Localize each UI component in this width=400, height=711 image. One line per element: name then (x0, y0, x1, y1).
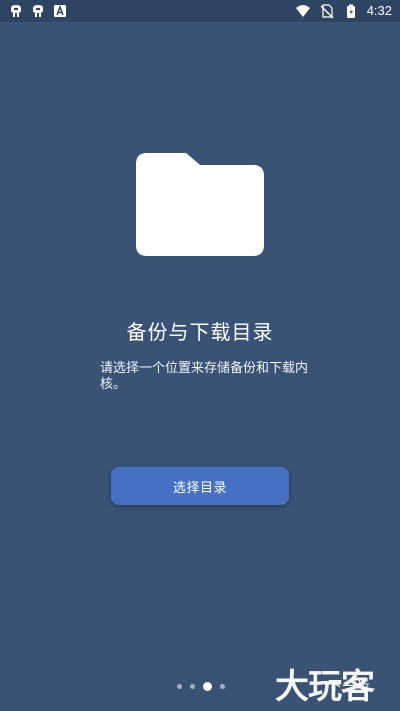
status-bar: 4:32 (0, 0, 400, 22)
page-title: 备份与下载目录 (126, 320, 274, 344)
battery-icon (346, 4, 355, 18)
app-notification-icon (11, 5, 21, 17)
status-notifications (8, 3, 68, 19)
status-system: 4:32 (295, 3, 392, 19)
app-notification-icon (33, 5, 43, 17)
folder-illustration (135, 150, 265, 258)
a-notification-icon (54, 4, 66, 17)
page-dot (190, 684, 195, 689)
page-description: 请选择一个位置来存储备份和下载内核。 (100, 361, 309, 392)
page-indicator (177, 682, 225, 691)
page-dot (177, 684, 182, 689)
page-dot (220, 684, 225, 689)
folder-icon (136, 153, 264, 256)
page-dot-active (203, 682, 212, 691)
no-sim-icon (320, 4, 334, 19)
wifi-icon (295, 5, 310, 17)
status-time: 4:32 (366, 3, 392, 18)
select-directory-button[interactable]: 选择目录 (111, 467, 289, 505)
next-button[interactable]: 下一步 (328, 674, 370, 698)
